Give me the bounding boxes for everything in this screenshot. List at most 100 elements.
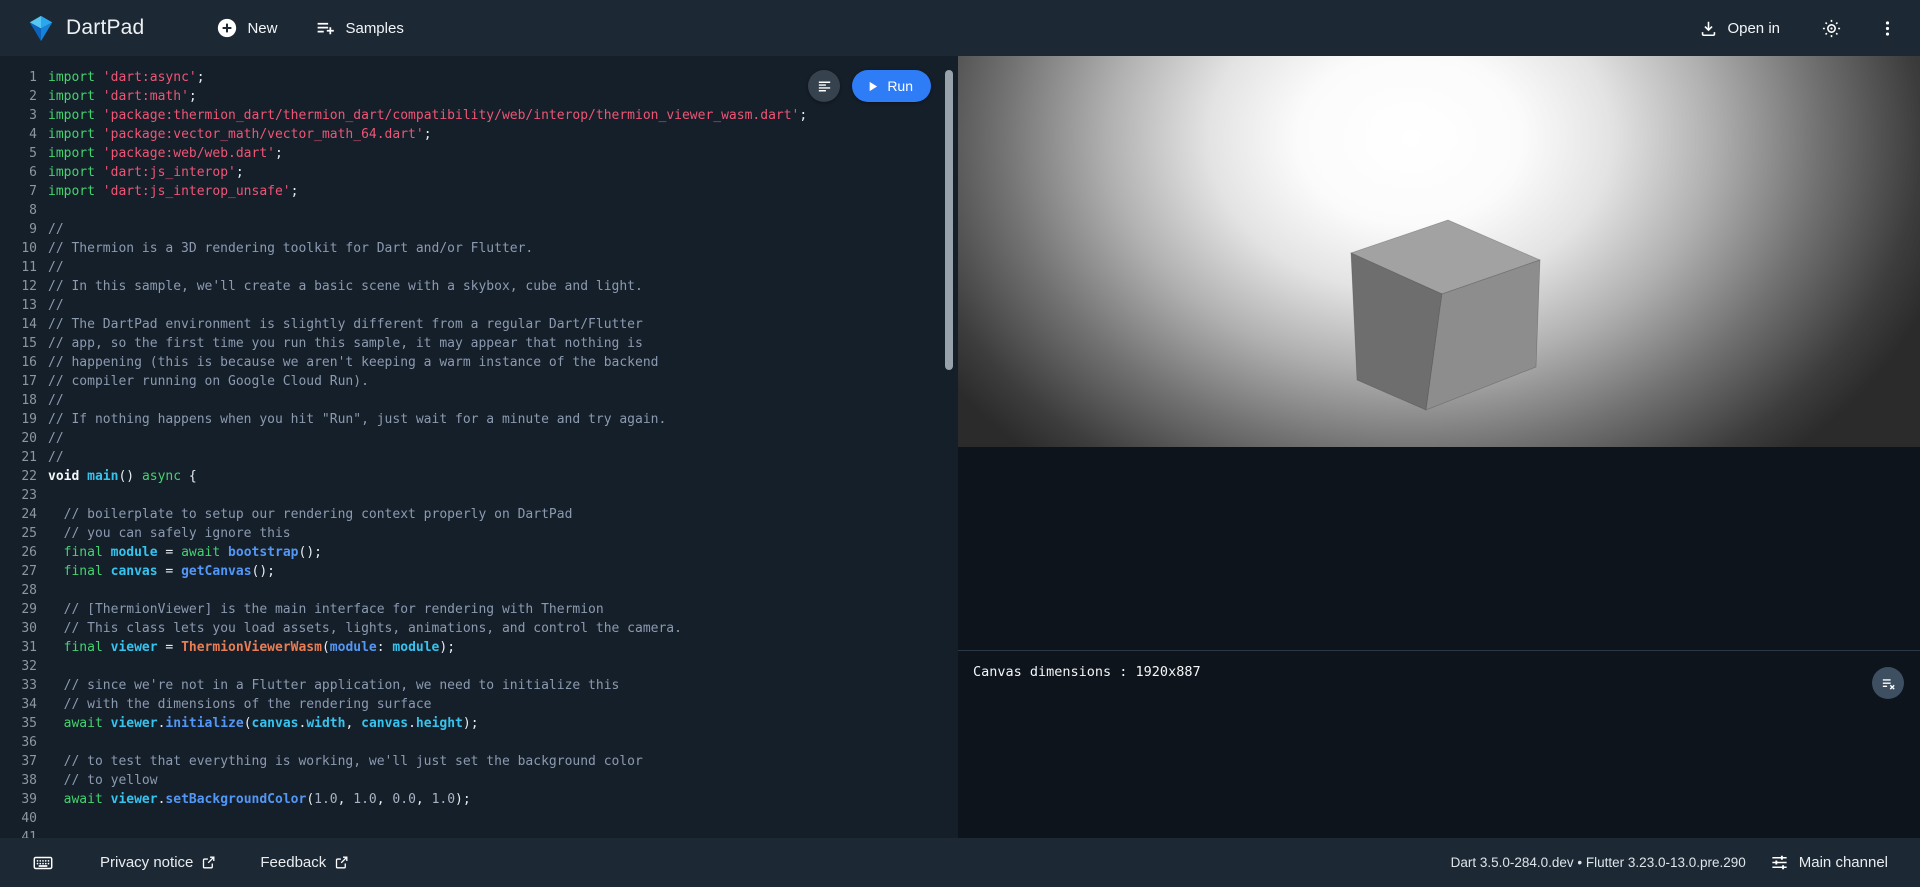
code-line[interactable]: 17// compiler running on Google Cloud Ru… bbox=[0, 372, 958, 391]
code-line[interactable]: 36 bbox=[0, 733, 958, 752]
line-number: 38 bbox=[0, 771, 37, 790]
code-text bbox=[37, 809, 48, 828]
line-number: 25 bbox=[0, 524, 37, 543]
code-text: // bbox=[37, 220, 64, 239]
overflow-menu-button[interactable] bbox=[1874, 15, 1900, 41]
run-button[interactable]: Run bbox=[852, 70, 931, 102]
format-button[interactable] bbox=[808, 70, 840, 102]
code-line[interactable]: 13// bbox=[0, 296, 958, 315]
console-output: Canvas dimensions : 1920x887 bbox=[958, 651, 1920, 680]
code-line[interactable]: 10// Thermion is a 3D rendering toolkit … bbox=[0, 239, 958, 258]
code-line[interactable]: 22void main() async { bbox=[0, 467, 958, 486]
code-line[interactable]: 14// The DartPad environment is slightly… bbox=[0, 315, 958, 334]
code-line[interactable]: 6import 'dart:js_interop'; bbox=[0, 163, 958, 182]
code-text: final module = await bootstrap(); bbox=[37, 543, 322, 562]
channel-label: Main channel bbox=[1799, 854, 1888, 871]
code-text: // with the dimensions of the rendering … bbox=[37, 695, 432, 714]
code-line[interactable]: 30 // This class lets you load assets, l… bbox=[0, 619, 958, 638]
code-area[interactable]: 1import 'dart:async';2import 'dart:math'… bbox=[0, 56, 958, 838]
code-line[interactable]: 23 bbox=[0, 486, 958, 505]
feedback-label: Feedback bbox=[260, 854, 326, 871]
line-number: 1 bbox=[0, 68, 37, 87]
brightness-icon bbox=[1821, 18, 1842, 39]
code-line[interactable]: 41 bbox=[0, 828, 958, 838]
code-line[interactable]: 27 final canvas = getCanvas(); bbox=[0, 562, 958, 581]
open-in-new-icon bbox=[334, 855, 349, 870]
code-line[interactable]: 19// If nothing happens when you hit "Ru… bbox=[0, 410, 958, 429]
line-number: 20 bbox=[0, 429, 37, 448]
code-text: // In this sample, we'll create a basic … bbox=[37, 277, 643, 296]
line-number: 14 bbox=[0, 315, 37, 334]
code-line[interactable]: 12// In this sample, we'll create a basi… bbox=[0, 277, 958, 296]
code-text: // bbox=[37, 429, 64, 448]
code-line[interactable]: 24 // boilerplate to setup our rendering… bbox=[0, 505, 958, 524]
render-canvas[interactable] bbox=[958, 56, 1920, 447]
code-text: final viewer = ThermionViewerWasm(module… bbox=[37, 638, 455, 657]
samples-button[interactable]: Samples bbox=[307, 12, 411, 45]
code-line[interactable]: 18// bbox=[0, 391, 958, 410]
code-line[interactable]: 28 bbox=[0, 581, 958, 600]
code-line[interactable]: 16// happening (this is because we aren'… bbox=[0, 353, 958, 372]
line-number: 35 bbox=[0, 714, 37, 733]
keyboard-shortcuts-button[interactable] bbox=[30, 850, 56, 876]
code-line[interactable]: 5import 'package:web/web.dart'; bbox=[0, 144, 958, 163]
code-text: await viewer.initialize(canvas.width, ca… bbox=[37, 714, 479, 733]
line-number: 26 bbox=[0, 543, 37, 562]
code-line[interactable]: 25 // you can safely ignore this bbox=[0, 524, 958, 543]
app-bar: DartPad New Samples Open in bbox=[0, 0, 1920, 56]
line-number: 32 bbox=[0, 657, 37, 676]
code-line[interactable]: 38 // to yellow bbox=[0, 771, 958, 790]
line-number: 19 bbox=[0, 410, 37, 429]
code-line[interactable]: 11// bbox=[0, 258, 958, 277]
code-line[interactable]: 39 await viewer.setBackgroundColor(1.0, … bbox=[0, 790, 958, 809]
feedback-link[interactable]: Feedback bbox=[260, 854, 349, 871]
line-number: 31 bbox=[0, 638, 37, 657]
privacy-notice-link[interactable]: Privacy notice bbox=[100, 854, 216, 871]
page-title: DartPad bbox=[66, 16, 144, 40]
code-line[interactable]: 29 // [ThermionViewer] is the main inter… bbox=[0, 600, 958, 619]
code-text: // compiler running on Google Cloud Run)… bbox=[37, 372, 369, 391]
line-number: 3 bbox=[0, 106, 37, 125]
code-line[interactable]: 9// bbox=[0, 220, 958, 239]
code-editor[interactable]: 1import 'dart:async';2import 'dart:math'… bbox=[0, 56, 958, 838]
code-text bbox=[37, 486, 48, 505]
code-line[interactable]: 15// app, so the first time you run this… bbox=[0, 334, 958, 353]
code-line[interactable]: 3import 'package:thermion_dart/thermion_… bbox=[0, 106, 958, 125]
open-in-button[interactable]: Open in bbox=[1691, 13, 1788, 44]
line-number: 13 bbox=[0, 296, 37, 315]
code-line[interactable]: 31 final viewer = ThermionViewerWasm(mod… bbox=[0, 638, 958, 657]
new-button[interactable]: New bbox=[208, 11, 285, 45]
line-number: 27 bbox=[0, 562, 37, 581]
clear-console-button[interactable] bbox=[1872, 667, 1904, 699]
code-text bbox=[37, 581, 48, 600]
line-number: 11 bbox=[0, 258, 37, 277]
download-icon bbox=[1699, 19, 1718, 38]
code-text: import 'package:vector_math/vector_math_… bbox=[37, 125, 432, 144]
code-line[interactable]: 40 bbox=[0, 809, 958, 828]
line-number: 2 bbox=[0, 87, 37, 106]
code-line[interactable]: 21// bbox=[0, 448, 958, 467]
channel-selector-button[interactable]: Main channel bbox=[1770, 853, 1890, 872]
code-line[interactable]: 37 // to test that everything is working… bbox=[0, 752, 958, 771]
line-number: 40 bbox=[0, 809, 37, 828]
line-number: 18 bbox=[0, 391, 37, 410]
code-line[interactable]: 7import 'dart:js_interop_unsafe'; bbox=[0, 182, 958, 201]
code-line[interactable]: 4import 'package:vector_math/vector_math… bbox=[0, 125, 958, 144]
code-text: final canvas = getCanvas(); bbox=[37, 562, 275, 581]
line-number: 12 bbox=[0, 277, 37, 296]
line-number: 21 bbox=[0, 448, 37, 467]
code-line[interactable]: 35 await viewer.initialize(canvas.width,… bbox=[0, 714, 958, 733]
playlist-add-icon bbox=[315, 18, 336, 39]
output-panel: Canvas dimensions : 1920x887 bbox=[958, 56, 1920, 838]
code-line[interactable]: 33 // since we're not in a Flutter appli… bbox=[0, 676, 958, 695]
code-line[interactable]: 20// bbox=[0, 429, 958, 448]
code-line[interactable]: 8 bbox=[0, 201, 958, 220]
line-number: 8 bbox=[0, 201, 37, 220]
editor-scrollbar[interactable] bbox=[945, 70, 953, 370]
code-line[interactable]: 26 final module = await bootstrap(); bbox=[0, 543, 958, 562]
code-line[interactable]: 34 // with the dimensions of the renderi… bbox=[0, 695, 958, 714]
code-line[interactable]: 32 bbox=[0, 657, 958, 676]
status-bar: Privacy notice Feedback Dart 3.5.0-284.0… bbox=[0, 838, 1920, 887]
theme-toggle-button[interactable] bbox=[1818, 15, 1844, 41]
code-text: await viewer.setBackgroundColor(1.0, 1.0… bbox=[37, 790, 471, 809]
